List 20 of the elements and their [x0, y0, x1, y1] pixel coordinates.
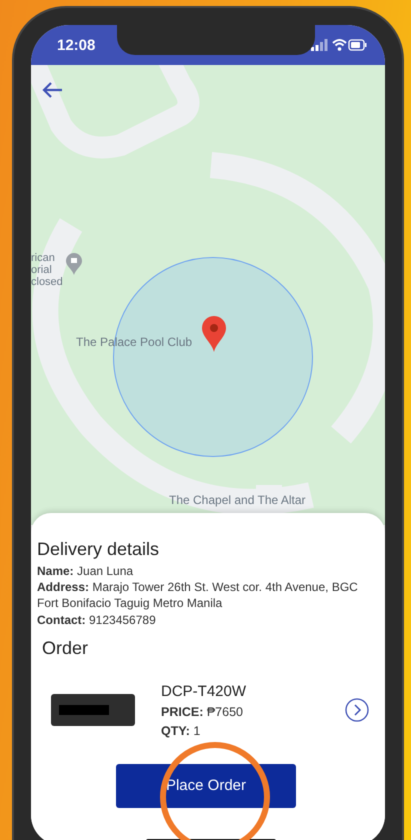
place-order-button[interactable]: Place Order	[116, 764, 296, 808]
map-label: rican	[31, 252, 56, 264]
product-price: PRICE: ₱7650	[161, 704, 244, 719]
chevron-right-icon	[345, 698, 369, 722]
status-time: 12:08	[57, 36, 96, 54]
product-name: DCP-T420W	[161, 682, 248, 700]
detail-text: Name: Juan Luna	[37, 563, 134, 580]
map-label: orial	[31, 264, 53, 276]
product-quantity: QTY: 1	[161, 724, 202, 738]
map-label: closed	[31, 276, 63, 288]
detail-text: Address: Marajo Tower 26th St. West cor. 4th Avenue, BGC Fort Bonifacio Taguig Metro Manila	[37, 579, 359, 612]
chevron-button[interactable]	[345, 698, 369, 722]
map-pin-icon	[201, 315, 227, 353]
status-icons-drawing	[311, 38, 367, 52]
section-title: Delivery details	[37, 539, 160, 560]
map-marker-icon	[64, 252, 83, 276]
detail-text: Contact: 9123456789	[37, 612, 157, 628]
back-arrow-icon	[41, 81, 63, 99]
map-label: The Chapel and The Altar	[169, 493, 306, 507]
section-title: Order	[42, 638, 90, 659]
